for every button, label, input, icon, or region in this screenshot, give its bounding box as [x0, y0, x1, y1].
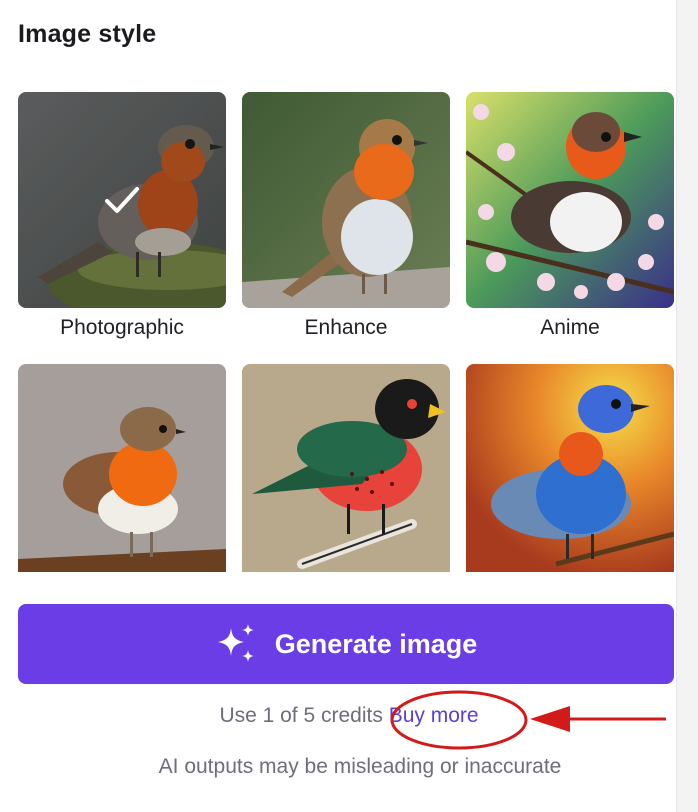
style-label: Anime — [540, 316, 600, 339]
sparkle-icon — [217, 624, 254, 662]
style-thumbnail — [18, 364, 226, 572]
style-label: Enhance — [304, 316, 388, 339]
style-grid: Photographic Enhance Anime — [18, 92, 676, 572]
style-option-photographic[interactable]: Photographic — [18, 92, 226, 340]
style-label: Photographic — [60, 316, 184, 339]
buy-more-link[interactable]: Buy more — [389, 704, 479, 727]
style-option-6[interactable] — [466, 364, 674, 572]
credits-line: Use 1 of 5 credits Buy more — [0, 704, 698, 728]
style-thumbnail — [466, 364, 674, 572]
bird-painting-image — [466, 364, 674, 572]
style-option-4[interactable] — [18, 364, 226, 572]
robin-3d-image — [18, 364, 226, 572]
scrollbar[interactable] — [676, 0, 698, 812]
style-thumbnail — [18, 92, 226, 308]
robin-enhance-image — [242, 92, 450, 308]
style-thumbnail — [466, 92, 674, 308]
ai-disclaimer: AI outputs may be misleading or inaccura… — [158, 755, 562, 778]
image-style-panel: Image style Photographic Enhance Anime G… — [0, 0, 698, 812]
style-thumbnail — [242, 92, 450, 308]
generate-button-label: Generate image — [274, 628, 478, 659]
checkmark-icon — [105, 187, 139, 213]
style-option-anime[interactable]: Anime — [466, 92, 674, 340]
section-title: Image style — [18, 20, 157, 48]
style-option-enhance[interactable]: Enhance — [242, 92, 450, 340]
style-option-5[interactable] — [242, 364, 450, 572]
credits-text: Use 1 of 5 credits — [219, 704, 383, 727]
robin-anime-image — [466, 92, 674, 308]
bird-illustration-image — [242, 364, 450, 572]
generate-image-button[interactable]: Generate image — [18, 604, 674, 684]
style-thumbnail — [242, 364, 450, 572]
